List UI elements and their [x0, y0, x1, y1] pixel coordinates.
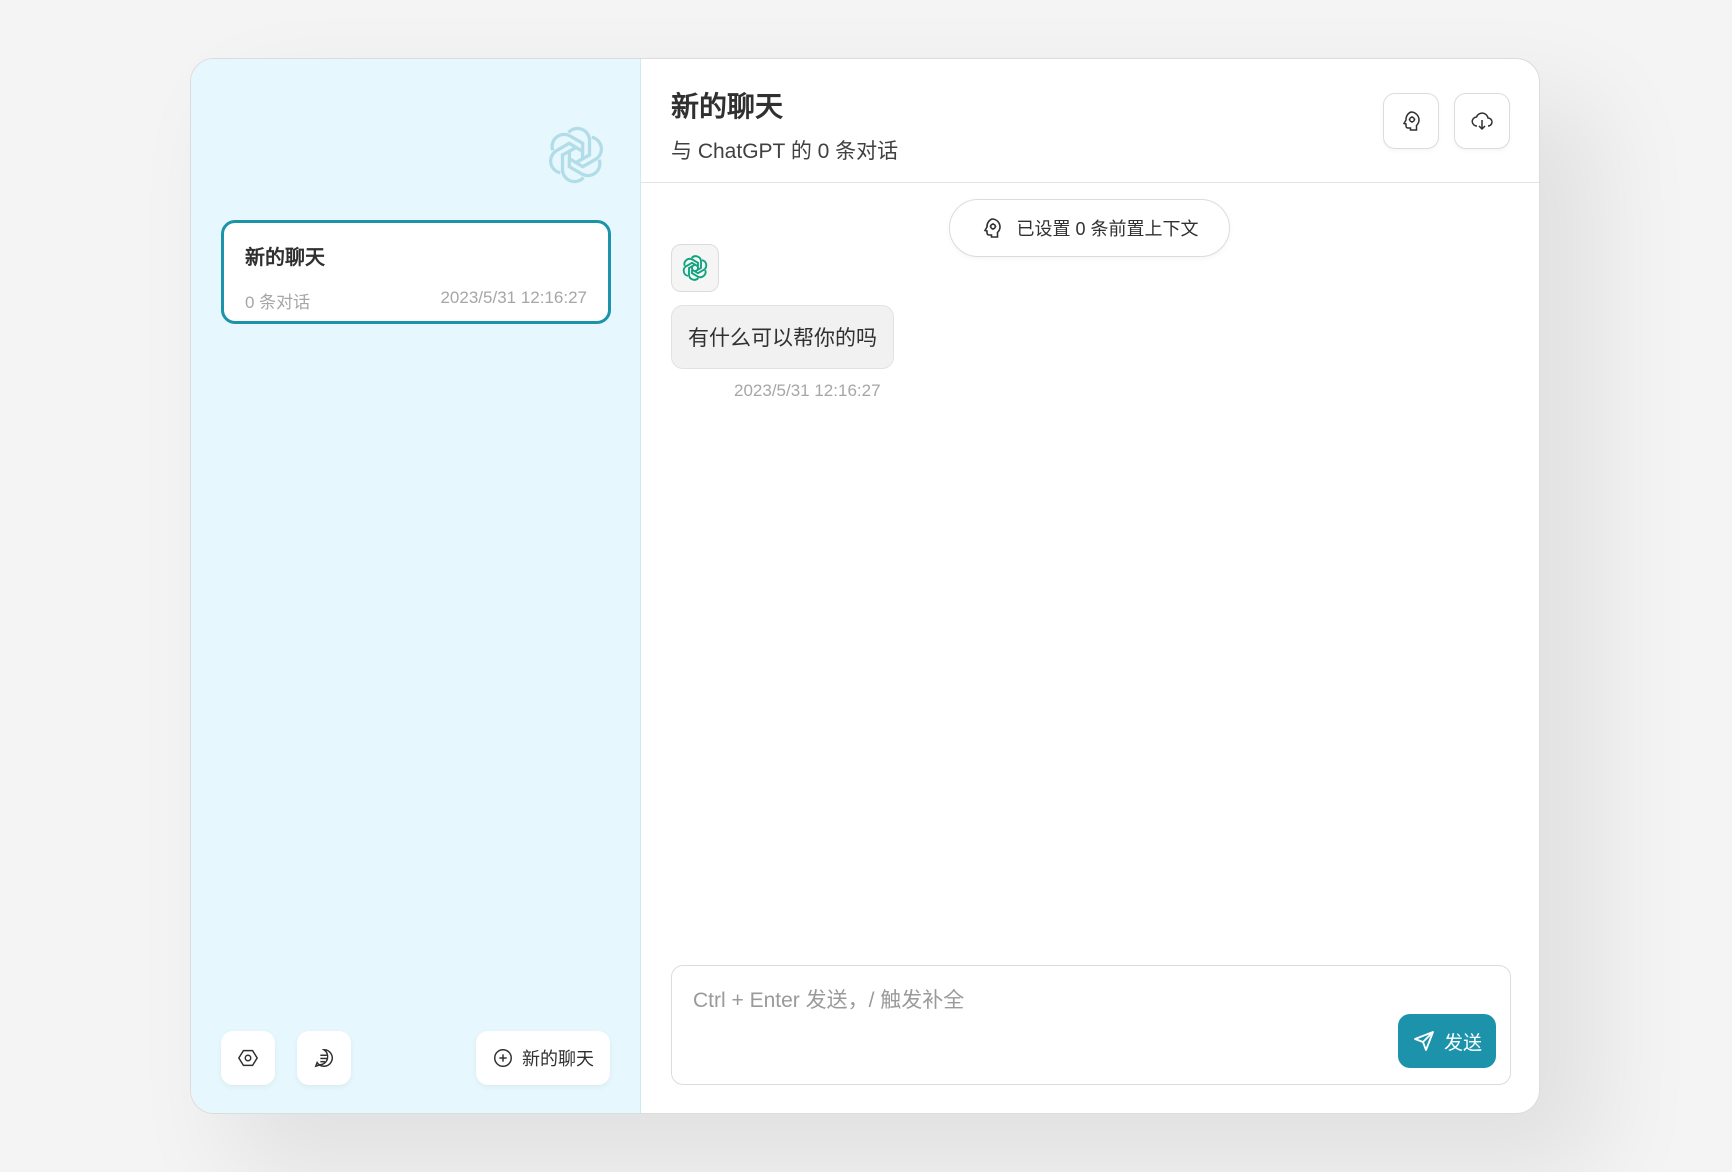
download-icon [1471, 112, 1493, 131]
message-timestamp: 2023/5/31 12:16:27 [734, 381, 881, 400]
sidebar: 新的聊天 0 条对话 2023/5/31 12:16:27 新的聊天 [191, 59, 641, 1113]
message-text: 有什么可以帮你的吗 [688, 327, 877, 350]
settings-button[interactable] [221, 1031, 275, 1085]
new-chat-button[interactable]: 新的聊天 [476, 1031, 610, 1085]
chat-item-meta: 0 条对话 2023/5/31 12:16:27 [245, 288, 587, 313]
send-label: 发送 [1443, 1032, 1482, 1054]
chat-item-time: 2023/5/31 12:16:27 [440, 288, 587, 307]
chat-item-count: 0 条对话 [245, 293, 311, 312]
app-window: 新的聊天 0 条对话 2023/5/31 12:16:27 新的聊天 新的聊天 … [190, 58, 1540, 1114]
assistant-message: 有什么可以帮你的吗 [671, 305, 894, 369]
brain-icon [1402, 111, 1420, 131]
chat-main: 新的聊天 与 ChatGPT 的 0 条对话 已设置 0 条前置上下文 有什么可… [641, 59, 1539, 1113]
prompt-notes-button[interactable] [297, 1031, 351, 1085]
chat-item-title: 新的聊天 [245, 247, 325, 269]
context-prompt-button[interactable]: 已设置 0 条前置上下文 [949, 199, 1230, 257]
openai-logo-icon [682, 255, 708, 281]
message-input[interactable] [672, 966, 1510, 1084]
message-composer: 发送 [671, 965, 1511, 1085]
prompt-context-button[interactable] [1383, 93, 1439, 149]
chat-header: 新的聊天 与 ChatGPT 的 0 条对话 [641, 59, 1539, 183]
context-label: 已设置 0 条前置上下文 [1016, 219, 1199, 239]
assistant-avatar [671, 244, 719, 292]
chat-list-item[interactable]: 新的聊天 0 条对话 2023/5/31 12:16:27 [221, 220, 611, 324]
send-button[interactable]: 发送 [1398, 1014, 1496, 1068]
new-chat-label: 新的聊天 [522, 1049, 594, 1069]
export-button[interactable] [1454, 93, 1510, 149]
plus-circle-icon [494, 1049, 512, 1067]
note-icon [314, 1049, 333, 1068]
send-icon [1414, 1031, 1434, 1051]
gear-icon [237, 1049, 259, 1067]
openai-logo-icon [549, 126, 603, 184]
brain-icon [984, 218, 1002, 238]
